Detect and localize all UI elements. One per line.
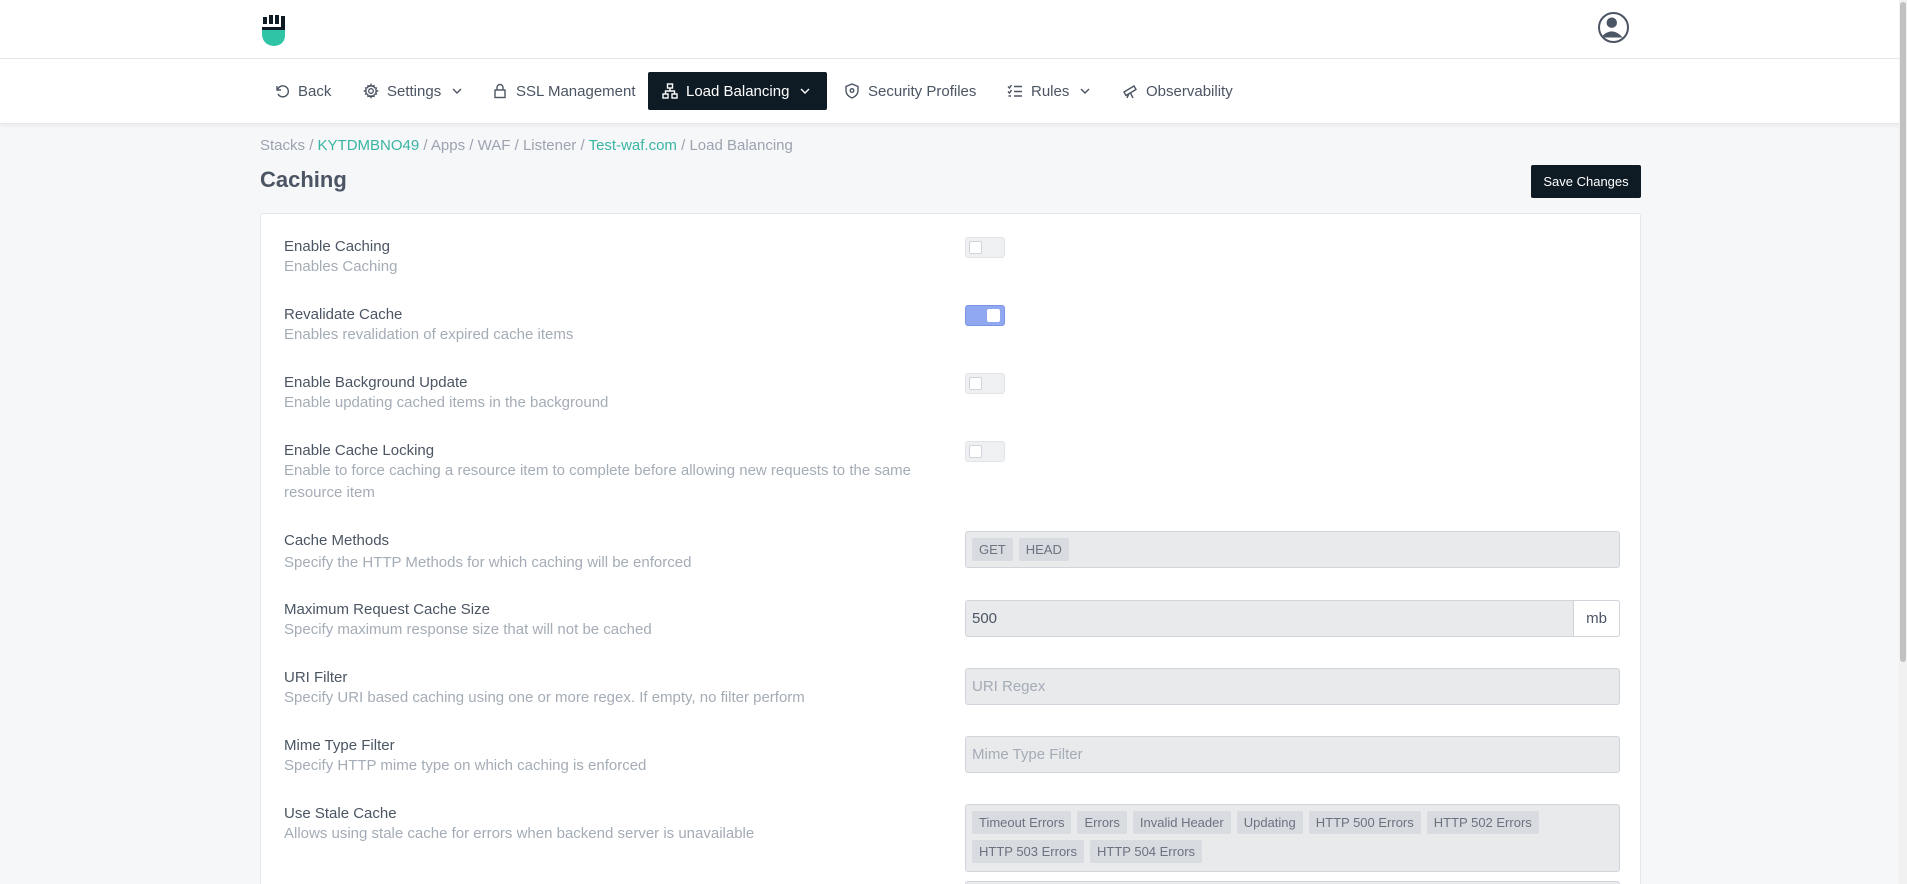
chevron-down-icon <box>1080 88 1090 94</box>
nav-security-profiles[interactable]: Security Profiles <box>834 72 986 110</box>
nav-settings-label: Settings <box>387 82 442 100</box>
mime-filter-field <box>965 736 1620 773</box>
enable-caching-desc: Enables Caching <box>284 258 398 275</box>
breadcrumb-domain[interactable]: Test-waf.com <box>589 137 677 154</box>
cache-methods-label: Cache Methods <box>284 532 390 549</box>
nav-ssl-management[interactable]: SSL Management <box>482 72 646 110</box>
uri-filter-input[interactable] <box>972 669 1613 704</box>
save-changes-button[interactable]: Save Changes <box>1531 165 1641 198</box>
caching-settings-card: Enable Caching Enables Caching Revalidat… <box>260 213 1641 884</box>
nav-security-profiles-label: Security Profiles <box>868 82 977 100</box>
toggle-knob <box>969 377 982 390</box>
breadcrumb-stack-id[interactable]: KYTDMBNO49 <box>318 137 420 154</box>
enable-caching-label: Enable Caching <box>284 238 390 255</box>
uri-filter-label: URI Filter <box>284 669 348 686</box>
network-icon <box>662 83 678 99</box>
gear-icon <box>363 83 379 99</box>
cache-methods-desc: Specify the HTTP Methods for which cachi… <box>284 554 692 571</box>
user-avatar-icon[interactable] <box>1598 12 1629 43</box>
nav-observability-label: Observability <box>1146 82 1233 100</box>
uri-filter-field <box>965 668 1620 705</box>
nav-settings[interactable]: Settings <box>353 72 473 110</box>
shield-icon <box>845 83 859 99</box>
size-unit: mb <box>1573 600 1620 637</box>
stale-tag[interactable]: Invalid Header <box>1132 811 1231 834</box>
stale-tag[interactable]: HTTP 500 Errors <box>1308 811 1421 834</box>
telescope-icon <box>1123 85 1137 99</box>
toggle-knob <box>969 445 982 458</box>
toggle-knob <box>987 309 1000 322</box>
revalidate-cache-label: Revalidate Cache <box>284 306 403 323</box>
breadcrumb-listener[interactable]: Listener <box>523 137 576 154</box>
nav-ssl-label: SSL Management <box>516 82 636 100</box>
method-tag[interactable]: HEAD <box>1018 538 1069 561</box>
nav-back-label: Back <box>298 82 332 100</box>
stale-tag[interactable]: HTTP 504 Errors <box>1090 840 1203 863</box>
breadcrumb-waf[interactable]: WAF <box>478 137 511 154</box>
stale-tag[interactable]: Updating <box>1236 811 1303 834</box>
fist-shield-logo[interactable] <box>260 15 290 47</box>
nav-back[interactable]: Back <box>264 72 341 110</box>
nav-load-balancing-label: Load Balancing <box>686 82 790 100</box>
chevron-down-icon <box>800 88 810 94</box>
nav-rules-label: Rules <box>1031 82 1070 100</box>
top-header <box>0 0 1907 59</box>
max-cache-size-desc: Specify maximum response size that will … <box>284 621 652 638</box>
revalidate-cache-desc: Enables revalidation of expired cache it… <box>284 326 574 343</box>
revalidate-cache-toggle[interactable] <box>965 305 1005 326</box>
uri-filter-desc: Specify URI based caching using one or m… <box>284 689 805 706</box>
nav-rules[interactable]: Rules <box>997 72 1101 110</box>
breadcrumb: Stacks / KYTDMBNO49 / Apps / WAF / Liste… <box>260 137 793 154</box>
mime-filter-label: Mime Type Filter <box>284 737 395 754</box>
breadcrumb-apps[interactable]: Apps <box>431 137 465 154</box>
stale-tag[interactable]: Errors <box>1077 811 1127 834</box>
main-nav: Back Settings SSL Management Load Balanc… <box>0 59 1907 124</box>
list-check-icon <box>1007 84 1022 97</box>
cache-locking-desc: Enable to force caching a resource item … <box>284 462 912 501</box>
nav-observability[interactable]: Observability <box>1112 72 1243 110</box>
stale-tag[interactable]: HTTP 503 Errors <box>972 840 1085 863</box>
cache-locking-toggle[interactable] <box>965 441 1005 462</box>
mime-filter-input[interactable] <box>972 737 1613 772</box>
page-scrollbar[interactable] <box>1899 0 1907 884</box>
stale-cache-label: Use Stale Cache <box>284 805 397 822</box>
background-update-desc: Enable updating cached items in the back… <box>284 394 609 411</box>
page-title: Caching <box>260 167 347 192</box>
cache-methods-select[interactable]: GET HEAD <box>965 531 1620 568</box>
chevron-down-icon <box>452 88 462 94</box>
background-update-toggle[interactable] <box>965 373 1005 394</box>
back-arrow-icon <box>276 85 289 98</box>
max-cache-size-input[interactable] <box>972 601 1567 636</box>
method-tag[interactable]: GET <box>972 538 1013 561</box>
enable-caching-toggle[interactable] <box>965 237 1005 258</box>
stale-tag[interactable]: Timeout Errors <box>972 811 1072 834</box>
breadcrumb-current: Load Balancing <box>689 137 793 154</box>
breadcrumb-stacks[interactable]: Stacks <box>260 137 305 154</box>
max-cache-size-field: mb <box>965 600 1620 637</box>
nav-load-balancing[interactable]: Load Balancing <box>648 72 827 110</box>
cache-locking-label: Enable Cache Locking <box>284 442 435 459</box>
max-cache-size-label: Maximum Request Cache Size <box>284 601 490 618</box>
lock-icon <box>494 83 506 99</box>
mime-filter-desc: Specify HTTP mime type on which caching … <box>284 757 647 774</box>
stale-tag[interactable]: HTTP 502 Errors <box>1426 811 1539 834</box>
background-update-label: Enable Background Update <box>284 374 468 391</box>
scrollbar-thumb[interactable] <box>1900 2 1906 662</box>
stale-cache-desc: Allows using stale cache for errors when… <box>284 825 755 842</box>
toggle-knob <box>969 241 982 254</box>
stale-cache-select[interactable]: Timeout Errors Errors Invalid Header Updati… <box>965 804 1620 872</box>
